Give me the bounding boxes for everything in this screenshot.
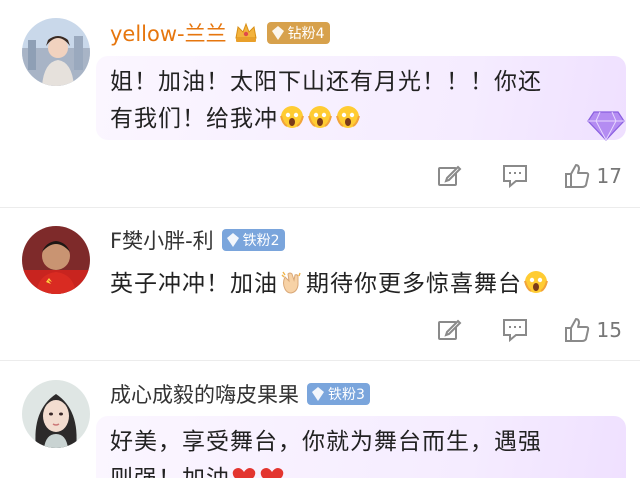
comment-text: 则强！加油 bbox=[110, 466, 230, 478]
divider bbox=[0, 207, 640, 208]
scream-emoji bbox=[336, 106, 360, 128]
comment-text-line: 姐！加油！太阳下山还有月光！！！你还 bbox=[110, 69, 542, 95]
thumbs-up-icon bbox=[564, 164, 589, 188]
fan-badge[interactable]: 铁粉2 bbox=[221, 229, 285, 251]
avatar[interactable] bbox=[22, 380, 90, 448]
comment-text-line: 有我们！给我冲 bbox=[110, 101, 612, 138]
scream-emoji bbox=[308, 106, 332, 128]
crown-icon bbox=[235, 22, 257, 42]
reply-button[interactable] bbox=[495, 158, 535, 194]
like-count: 17 bbox=[596, 164, 622, 188]
avatar[interactable] bbox=[22, 226, 90, 294]
like-button[interactable]: 17 bbox=[563, 162, 622, 190]
fan-badge-label: 铁粉2 bbox=[242, 233, 280, 249]
username[interactable]: yellow-兰兰 bbox=[110, 18, 227, 48]
comment-text: 有我们！给我冲 bbox=[110, 106, 278, 132]
diamond-icon bbox=[587, 111, 625, 141]
comment-text-line: 好美，享受舞台，你就为舞台而生，遇强 bbox=[110, 429, 542, 455]
reply-button[interactable] bbox=[495, 312, 535, 348]
edit-button[interactable] bbox=[429, 158, 469, 194]
clap-emoji bbox=[281, 271, 301, 294]
like-count: 15 bbox=[596, 318, 622, 342]
scream-emoji bbox=[280, 106, 304, 128]
name-row: 成心成毅的嗨皮果果 铁粉3 bbox=[110, 379, 370, 409]
avatar[interactable] bbox=[22, 18, 90, 86]
comment-bubble: 姐！加油！太阳下山还有月光！！！你还 有我们！给我冲 bbox=[96, 56, 626, 140]
name-row: yellow-兰兰 钻粉4 bbox=[110, 18, 330, 48]
fan-badge-label: 铁粉3 bbox=[328, 387, 365, 403]
username[interactable]: 成心成毅的嗨皮果果 bbox=[110, 379, 299, 409]
comment-actions: 15 bbox=[429, 312, 622, 348]
fan-badge-icon bbox=[312, 387, 324, 401]
fan-badge[interactable]: 铁粉3 bbox=[307, 383, 370, 405]
comment-actions: 17 bbox=[429, 158, 622, 194]
fan-badge-icon bbox=[226, 233, 239, 247]
thumbs-up-icon bbox=[564, 318, 589, 342]
fan-badge[interactable]: 钻粉4 bbox=[266, 22, 330, 44]
comment-bubble: 好美，享受舞台，你就为舞台而生，遇强 则强！加油 bbox=[96, 416, 626, 478]
edit-icon bbox=[437, 319, 461, 340]
heart-emoji bbox=[232, 468, 256, 478]
fan-badge-icon bbox=[271, 26, 284, 40]
comment-icon bbox=[502, 319, 527, 343]
name-row: F樊小胖-利 铁粉2 bbox=[110, 225, 285, 255]
divider bbox=[0, 360, 640, 361]
comment-text: 英子冲冲！加油 bbox=[110, 271, 278, 297]
edit-icon bbox=[437, 165, 461, 186]
heart-emoji bbox=[260, 468, 284, 478]
fan-badge-label: 钻粉4 bbox=[287, 26, 325, 42]
comment-bubble: 英子冲冲！加油 期待你更多惊喜舞台 bbox=[96, 262, 626, 308]
username[interactable]: F樊小胖-利 bbox=[110, 225, 214, 255]
comment-text: 期待你更多惊喜舞台 bbox=[306, 271, 522, 297]
scream-emoji bbox=[524, 271, 548, 293]
like-button[interactable]: 15 bbox=[563, 316, 622, 344]
comment-icon bbox=[502, 165, 527, 189]
comment-text-line: 则强！加油 bbox=[110, 461, 612, 478]
edit-button[interactable] bbox=[429, 312, 469, 348]
